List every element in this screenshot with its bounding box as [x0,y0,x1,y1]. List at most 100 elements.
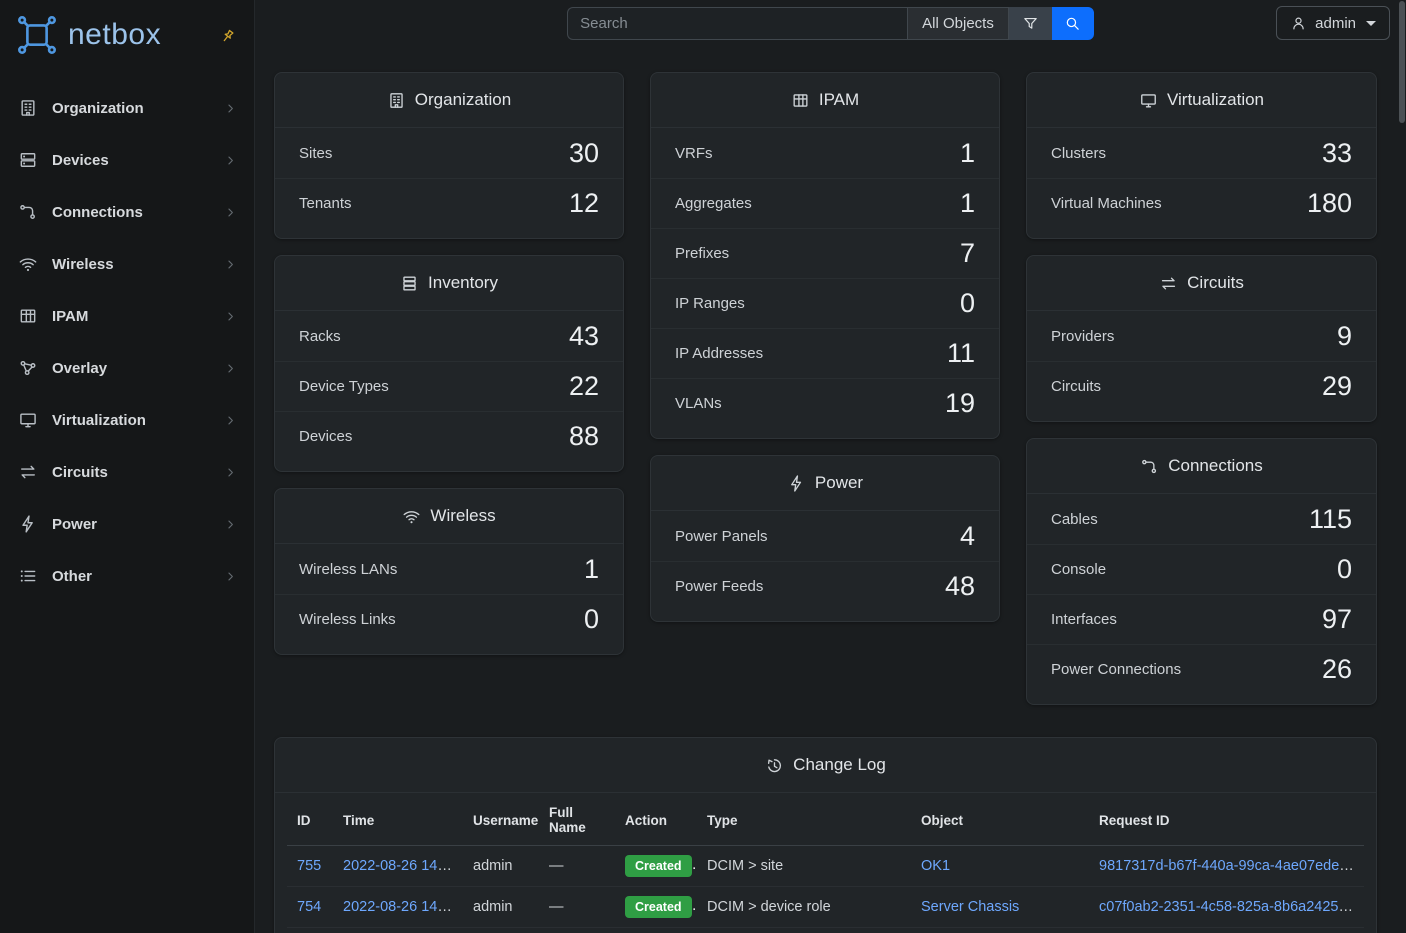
search-scope-button[interactable]: All Objects [907,7,1009,40]
card-title: Circuits [1187,273,1244,293]
building-icon [387,91,406,110]
sidebar-item-devices[interactable]: Devices [0,134,254,186]
changelog-object-link[interactable]: OK1 [921,858,950,874]
stat-value: 7 [960,238,975,269]
sidebar-item-label: Devices [52,152,209,169]
caret-down-icon [1366,21,1376,26]
user-menu-button[interactable]: admin [1276,6,1390,40]
monitor-icon [18,410,38,430]
stat-row-wireless-links[interactable]: Wireless Links 0 [275,594,623,644]
graph-icon [18,358,38,378]
netbox-logo[interactable]: netbox [0,0,254,66]
col-header-username: Username [463,793,539,846]
card-header: IPAM [651,73,999,128]
stat-row-aggregates[interactable]: Aggregates 1 [651,178,999,228]
card-header: Change Log [275,738,1376,793]
card-header: Inventory [275,256,623,311]
stat-row-vlans[interactable]: VLANs 19 [651,378,999,428]
page-scrollbar-thumb[interactable] [1399,1,1405,123]
sidebar-item-connections[interactable]: Connections [0,186,254,238]
sidebar-item-circuits[interactable]: Circuits [0,446,254,498]
sidebar-item-wireless[interactable]: Wireless [0,238,254,290]
dashboard-column-3: Virtualization Clusters 33 Virtual Machi… [1026,72,1377,705]
pin-icon [216,25,240,49]
changelog-row: 755 2022-08-26 14:22 admin — Created DCI… [287,846,1364,887]
stat-row-device-types[interactable]: Device Types 22 [275,361,623,411]
changelog-time-link[interactable]: 2022-08-26 14:17 [343,899,458,915]
changelog-type: DCIM > module bay template [697,928,911,933]
card-connections: Connections Cables 115 Console 0 Interfa… [1026,438,1377,705]
status-badge-created: Created [625,855,692,877]
stat-value: 1 [584,554,599,585]
changelog-request-id-link[interactable]: c07f0ab2-2351-4c58-825a-8b6a2425a1ab [1099,899,1364,915]
sidebar-item-power[interactable]: Power [0,498,254,550]
stat-row-interfaces[interactable]: Interfaces 97 [1027,594,1376,644]
stat-value: 180 [1307,188,1352,219]
stat-row-virtual-machines[interactable]: Virtual Machines 180 [1027,178,1376,228]
dashboard-column-2: IPAM VRFs 1 Aggregates 1 Prefixes 7 [650,72,1000,705]
stat-row-console[interactable]: Console 0 [1027,544,1376,594]
card-title: Inventory [428,273,498,293]
changelog-object: OnboardAdministrator-2 [911,928,1089,933]
stat-label: Aggregates [675,195,752,212]
chevron-right-icon [223,257,238,272]
changelog-request-id-link[interactable]: 9817317d-b67f-440a-99ca-4ae07ede94df [1099,858,1364,874]
changelog-id-link[interactable]: 754 [297,899,321,915]
stat-label: VLANs [675,395,722,412]
changelog-object-link[interactable]: Server Chassis [921,899,1019,915]
stat-row-ip-ranges[interactable]: IP Ranges 0 [651,278,999,328]
stat-label: Tenants [299,195,352,212]
filter-button[interactable] [1009,7,1052,40]
stat-row-wireless-lans[interactable]: Wireless LANs 1 [275,544,623,594]
transfer-icon [1159,274,1178,293]
sidebar-item-organization[interactable]: Organization [0,82,254,134]
stat-row-power-panels[interactable]: Power Panels 4 [651,511,999,561]
stat-row-circuits[interactable]: Circuits 29 [1027,361,1376,411]
stat-row-ip-addresses[interactable]: IP Addresses 11 [651,328,999,378]
stat-label: Virtual Machines [1051,195,1162,212]
stat-row-vrfs[interactable]: VRFs 1 [651,128,999,178]
stat-value: 4 [960,521,975,552]
stat-row-tenants[interactable]: Tenants 12 [275,178,623,228]
stat-row-power-connections[interactable]: Power Connections 26 [1027,644,1376,694]
stat-row-prefixes[interactable]: Prefixes 7 [651,228,999,278]
chevron-right-icon [223,569,238,584]
stat-row-sites[interactable]: Sites 30 [275,128,623,178]
stack-icon [400,274,419,293]
pin-sidebar-button[interactable] [217,26,238,50]
search-submit-button[interactable] [1052,7,1094,40]
cable-icon [1140,457,1159,476]
bolt-icon [787,474,806,493]
changelog-header-row: ID Time Username Full Name Action Type O… [287,793,1364,846]
stat-value: 12 [569,188,599,219]
monitor-icon [1139,91,1158,110]
stat-label: Prefixes [675,245,729,262]
stat-value: 1 [960,138,975,169]
stat-row-power-feeds[interactable]: Power Feeds 48 [651,561,999,611]
search-input[interactable] [567,7,907,40]
stat-label: Power Panels [675,528,768,545]
card-title: Power [815,473,863,493]
stat-value: 97 [1322,604,1352,635]
stat-row-racks[interactable]: Racks 43 [275,311,623,361]
col-header-action: Action [615,793,697,846]
stat-value: 43 [569,321,599,352]
sidebar-item-ipam[interactable]: IPAM [0,290,254,342]
changelog-time-link[interactable]: 2022-08-26 14:22 [343,858,458,874]
chevron-right-icon [223,153,238,168]
dashboard-content: Organization Sites 30 Tenants 12 Invento… [255,46,1406,933]
stat-row-clusters[interactable]: Clusters 33 [1027,128,1376,178]
stat-row-devices[interactable]: Devices 88 [275,411,623,461]
stat-row-cables[interactable]: Cables 115 [1027,494,1376,544]
sidebar-item-other[interactable]: Other [0,550,254,602]
changelog-id-link[interactable]: 755 [297,858,321,874]
stat-value: 88 [569,421,599,452]
sidebar-item-label: Overlay [52,360,209,377]
sidebar-item-virtualization[interactable]: Virtualization [0,394,254,446]
col-header-object: Object [911,793,1089,846]
col-header-type: Type [697,793,911,846]
transfer-icon [18,462,38,482]
changelog-full-name: — [539,846,615,887]
stat-row-providers[interactable]: Providers 9 [1027,311,1376,361]
sidebar-item-overlay[interactable]: Overlay [0,342,254,394]
